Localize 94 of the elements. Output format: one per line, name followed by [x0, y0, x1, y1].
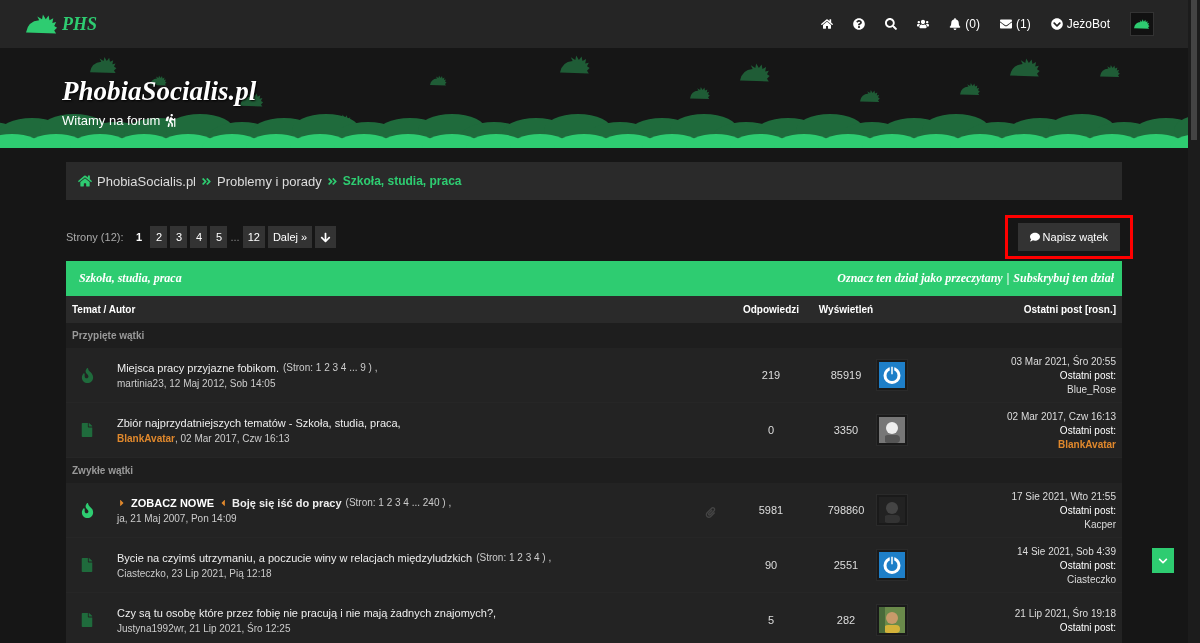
thread-author-line: Justyna1992wr, 21 Lip 2021, Śro 12:25: [117, 622, 292, 634]
page-link[interactable]: 5: [210, 226, 228, 248]
last-post-author[interactable]: BlankAvatar: [1058, 438, 1116, 450]
double-chevron-icon: [201, 175, 212, 187]
thread-author-line: BlankAvatar, 02 Mar 2017, Czw 16:13: [117, 432, 291, 444]
mail-link[interactable]: (1): [999, 17, 1031, 31]
hiker-icon: [164, 114, 178, 127]
last-post-author[interactable]: Ciasteczko: [1067, 573, 1116, 585]
logo-text[interactable]: PHS: [62, 13, 97, 35]
user-avatar[interactable]: [876, 549, 908, 581]
last-post-date: 03 Mar 2021, Śro 20:55: [1010, 355, 1116, 367]
thread-pages: (Stron: 1 2 3 4 ) ,: [476, 552, 552, 563]
column-header: Temat / Autor: [72, 304, 137, 315]
last-post-date: 14 Sie 2021, Sob 4:39: [1017, 545, 1116, 557]
last-post-date: 02 Mar 2017, Czw 16:13: [1007, 410, 1116, 422]
last-post-label: Ostatni post:: [1059, 504, 1116, 516]
section-header: Przypięte wątki: [66, 323, 1122, 348]
last-post-author[interactable]: Kacper: [1084, 518, 1116, 530]
page-link[interactable]: 12: [242, 226, 265, 248]
chevron-down-icon: [1050, 18, 1063, 30]
thread-pages: (Stron: 1 2 3 4 ... 9 ) ,: [283, 362, 378, 373]
ellipsis: ...: [230, 231, 240, 243]
envelope-icon: [999, 18, 1012, 30]
separator: |: [1006, 271, 1010, 286]
thread-author-line: Ciasteczko, 23 Lip 2021, Pią 12:18: [117, 567, 273, 579]
page-link[interactable]: 4: [190, 226, 208, 248]
section-header: Zwykłe wątki: [66, 458, 1122, 483]
last-post-label: Ostatni post:: [1059, 559, 1116, 571]
thread-title-link[interactable]: Zbiór najprzydatniejszych tematów - Szkoła, studia, praca,: [117, 416, 401, 429]
column-header: Wyświetleń: [817, 304, 875, 315]
views-count: 3350: [832, 424, 860, 436]
users-link[interactable]: [917, 18, 930, 30]
user-avatar[interactable]: [876, 414, 908, 446]
thread-title-link[interactable]: Czy są tu osobę które przez fobię nie pracują i nie mają żadnych znajomych?,: [117, 606, 497, 619]
views-count: 85919: [829, 369, 863, 381]
page-link[interactable]: 3: [170, 226, 188, 248]
thread-title-link[interactable]: Miejsca pracy przyjazne fobikom.: [117, 361, 279, 374]
user-avatar[interactable]: [876, 604, 908, 636]
bell-link[interactable]: (0): [949, 17, 980, 31]
replies-count: 5981: [757, 504, 785, 516]
breadcrumb-link[interactable]: PhobiaSocialis.pl: [97, 173, 196, 189]
thread-title-link[interactable]: Boję się iść do pracy: [232, 496, 342, 509]
user-avatar[interactable]: [876, 359, 908, 391]
page-link[interactable]: 2: [150, 226, 168, 248]
hedgehog-icon: [1134, 18, 1150, 30]
chevron-down-icon: [1158, 555, 1168, 566]
hedgehog-logo-icon: [26, 13, 58, 35]
page-link[interactable]: 1: [130, 226, 148, 248]
speech-bubble-icon: [1029, 232, 1040, 242]
page-link[interactable]: Dalej »: [267, 226, 313, 248]
double-chevron-icon: [326, 175, 338, 187]
arrow-down-icon: [320, 231, 332, 243]
home-link[interactable]: [821, 18, 834, 30]
users-icon: [917, 18, 930, 30]
replies-count: 219: [760, 369, 782, 381]
thread-pages: (Stron: 1 2 3 4 ... 240 ) ,: [345, 497, 452, 508]
last-post-label: Ostatni post:: [1059, 369, 1116, 381]
user-avatar[interactable]: [1130, 12, 1154, 36]
thread-author-line: ja, 21 Maj 2007, Pon 14:09: [117, 512, 238, 524]
thread-author-line: martinia23, 12 Maj 2012, Sob 14:05: [117, 377, 277, 389]
column-header: Odpowiedzi: [741, 304, 801, 315]
bell-icon: [949, 18, 962, 30]
views-count: 2551: [832, 559, 860, 571]
scrollbar[interactable]: [1188, 0, 1200, 643]
new-posts-link[interactable]: ZOBACZ NOWE: [131, 496, 215, 509]
forum-title: Szkoła, studia, praca: [79, 271, 182, 286]
power-icon: [879, 362, 905, 388]
replies-count: 90: [763, 559, 779, 571]
search-link[interactable]: [885, 18, 898, 30]
views-count: 282: [835, 614, 857, 626]
site-title[interactable]: PhobiaSocialis.pl: [62, 76, 257, 107]
replies-count: 5: [766, 614, 776, 626]
breadcrumb-link[interactable]: Szkoła, studia, praca: [342, 174, 462, 188]
jump-down-button[interactable]: [315, 226, 337, 248]
user-menu[interactable]: JeżoBot: [1050, 17, 1110, 31]
last-post-date: 17 Sie 2021, Wto 21:55: [1011, 490, 1116, 502]
help-icon: [853, 18, 866, 30]
views-count: 798860: [826, 504, 866, 516]
last-post-author[interactable]: Blue_Rose: [1067, 383, 1116, 395]
new-thread-button[interactable]: Napisz wątek: [1017, 223, 1120, 251]
pages-label: Strony (12):: [66, 231, 124, 243]
power-icon: [879, 552, 905, 578]
home-icon: [78, 174, 92, 188]
help-link[interactable]: [853, 18, 866, 30]
search-icon: [885, 18, 898, 30]
last-post-label: Ostatni post:: [1059, 424, 1116, 436]
column-header[interactable]: Ostatni post [rosn.]: [946, 304, 1116, 315]
welcome-text: Witamy na forum: [62, 113, 161, 128]
last-post-date: 21 Lip 2021, Śro 19:18: [1014, 607, 1116, 619]
breadcrumb-link[interactable]: Problemy i porady: [217, 173, 322, 189]
home-icon: [821, 18, 834, 30]
thread-title-link[interactable]: Bycie na czyimś utrzymaniu, a poczucie winy w relacjach międzyludzkich: [117, 551, 473, 564]
replies-count: 0: [766, 424, 776, 436]
last-post-label: Ostatni post:: [1059, 621, 1116, 633]
